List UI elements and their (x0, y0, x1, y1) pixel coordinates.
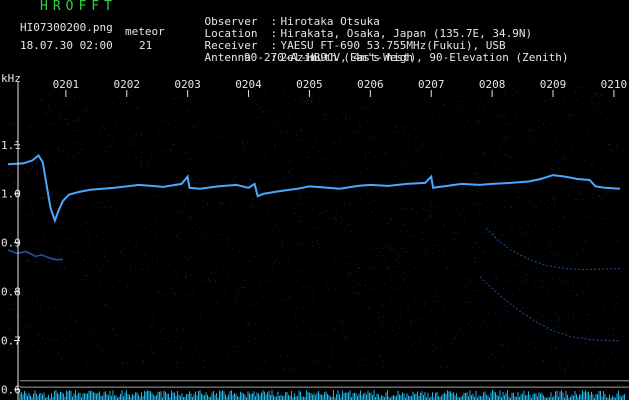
signal-series-1 (7, 249, 63, 261)
y-tick-label-0: 1.1 (1, 139, 21, 152)
signal-series-3 (479, 276, 620, 342)
date-time: 18.07.30 02:00 (20, 39, 113, 52)
x-tick-label-2: 0203 (174, 78, 201, 91)
x-tick-label-7: 0208 (479, 78, 506, 91)
y-tick-label-2: 0.9 (1, 237, 21, 250)
reference-lines (20, 380, 629, 388)
axes: kHz 1.1 1.0 0.9 0.8 0.7 0.6 0201 0202 0203 0204 020… (1, 72, 627, 400)
x-tick-label-0: 0201 (53, 78, 80, 91)
file-name: HI07300200.png (20, 21, 113, 34)
noise-speckle (8, 86, 621, 373)
bottom-noise-bars (19, 390, 625, 400)
y-axis-label: kHz (1, 72, 21, 85)
x-tick-label-1: 0202 (113, 78, 140, 91)
y-tick-label-5: 0.6 (1, 384, 21, 397)
y-tick-label-4: 0.7 (1, 335, 21, 348)
x-tick-label-6: 0207 (418, 78, 445, 91)
signal-series-2 (485, 227, 621, 271)
spectrogram-window: kHz 1.1 1.0 0.9 0.8 0.7 0.6 0201 0202 0203 0204 020… (0, 0, 629, 400)
bottom-noise-band (19, 390, 625, 400)
meteor-label: meteor (125, 25, 165, 38)
x-tick-label-9: 0210 (601, 78, 628, 91)
signal-traces (7, 154, 621, 342)
meteor-count: 21 (139, 39, 153, 52)
y-tick-label-3: 0.8 (1, 286, 21, 299)
x-tick-label-4: 0205 (296, 78, 323, 91)
x-tick-label-3: 0204 (235, 78, 262, 91)
y-tick-label-1: 1.0 (1, 188, 21, 201)
antenna-direction: 90-270-Azimuth (East-West), 90-Elevation… (244, 51, 569, 64)
background-noise (8, 86, 621, 373)
signal-series-0 (7, 154, 621, 224)
x-tick-label-8: 0209 (540, 78, 567, 91)
app-title: HROFFT (40, 0, 117, 14)
x-tick-label-5: 0206 (357, 78, 384, 91)
